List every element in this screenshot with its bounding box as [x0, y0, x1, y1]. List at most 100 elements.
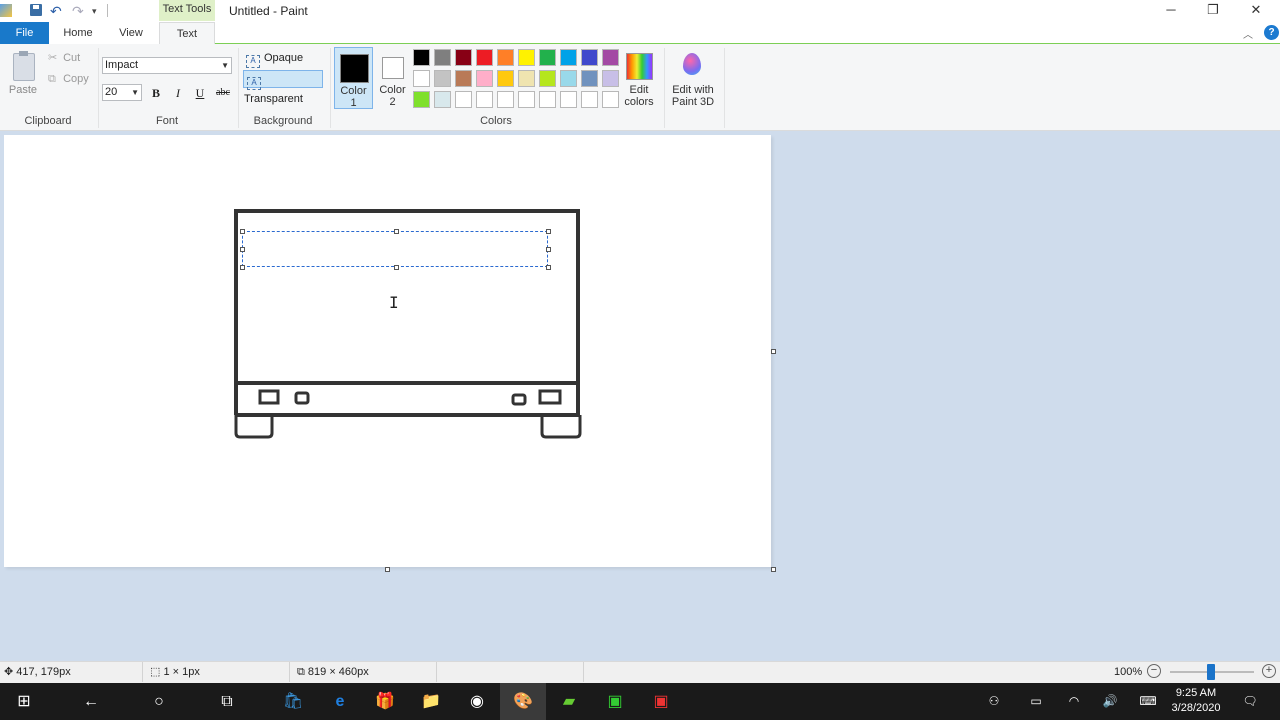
file-explorer-icon[interactable]: 📁	[408, 683, 454, 720]
palette-swatch[interactable]	[560, 70, 577, 87]
text-box-selection[interactable]	[240, 229, 551, 270]
palette-swatch[interactable]	[434, 49, 451, 66]
paint3d-icon	[683, 53, 701, 75]
clock[interactable]: 9:25 AM 3/28/2020	[1165, 686, 1227, 716]
palette-swatch[interactable]	[413, 91, 430, 108]
palette-swatch[interactable]	[539, 49, 556, 66]
transparent-button[interactable]: A Transparent	[243, 70, 323, 105]
palette-swatch[interactable]	[434, 91, 451, 108]
redo-icon[interactable]: ↷	[72, 4, 86, 18]
bold-button[interactable]: B	[147, 85, 165, 101]
palette-swatch[interactable]	[476, 91, 493, 108]
edge-icon[interactable]: e	[317, 683, 363, 720]
font-size-select[interactable]: 20 ▼	[102, 84, 142, 101]
tab-home[interactable]: Home	[56, 22, 100, 44]
palette-swatch[interactable]	[560, 49, 577, 66]
canvas-resize-handle-bottom[interactable]	[385, 567, 390, 572]
green-app-icon[interactable]: ▰	[546, 683, 592, 720]
wifi-icon[interactable]: ◠	[1065, 693, 1083, 709]
tv-right-foot	[540, 415, 582, 439]
edit-with-paint3d-button[interactable]: Edit with Paint 3D	[668, 50, 718, 108]
palette-swatch[interactable]	[497, 91, 514, 108]
help-icon[interactable]: ?	[1264, 25, 1279, 40]
notifications-icon[interactable]: 🗨	[1241, 693, 1259, 709]
cut-label: Cut	[63, 52, 81, 64]
selection-handle[interactable]	[240, 265, 245, 270]
palette-swatch[interactable]	[560, 91, 577, 108]
battery-icon[interactable]: ▭	[1027, 693, 1045, 709]
store-icon[interactable]: 🛍	[270, 683, 316, 720]
palette-swatch[interactable]	[539, 91, 556, 108]
palette-swatch[interactable]	[455, 70, 472, 87]
camtasia-red-icon[interactable]: ▣	[638, 683, 684, 720]
palette-swatch[interactable]	[455, 91, 472, 108]
chevron-down-icon[interactable]: ▾	[92, 4, 106, 18]
palette-swatch[interactable]	[476, 70, 493, 87]
selection-handle[interactable]	[394, 265, 399, 270]
tab-text[interactable]: Text	[159, 22, 215, 44]
tab-file[interactable]: File	[0, 22, 49, 44]
palette-swatch[interactable]	[413, 49, 430, 66]
undo-icon[interactable]: ↶	[50, 4, 64, 18]
canvas-resize-handle-right[interactable]	[771, 349, 776, 354]
palette-swatch[interactable]	[434, 70, 451, 87]
back-arrow-icon[interactable]: ←	[68, 683, 114, 720]
palette-swatch[interactable]	[518, 70, 535, 87]
restore-button[interactable]: ❐	[1192, 0, 1234, 22]
people-icon[interactable]: ⚇	[985, 693, 1003, 709]
selection-handle[interactable]	[240, 229, 245, 234]
volume-icon[interactable]: 🔊	[1101, 693, 1119, 709]
gift-app-icon[interactable]: 🎁	[362, 683, 408, 720]
canvas-resize-handle-corner[interactable]	[771, 567, 776, 572]
palette-swatch[interactable]	[497, 70, 514, 87]
zoom-slider-thumb[interactable]	[1207, 664, 1215, 680]
italic-button[interactable]: I	[169, 85, 187, 101]
scissors-icon: ✂	[48, 52, 58, 64]
paint-app-icon[interactable]	[0, 4, 12, 17]
palette-swatch[interactable]	[476, 49, 493, 66]
task-view-icon[interactable]: ⧉	[204, 683, 250, 720]
cut-button[interactable]: ✂ Cut	[48, 50, 80, 66]
color1-button[interactable]: Color 1	[334, 47, 373, 109]
palette-swatch[interactable]	[581, 70, 598, 87]
selection-handle[interactable]	[546, 229, 551, 234]
palette-swatch[interactable]	[602, 70, 619, 87]
start-windows-icon[interactable]: ⊞	[1, 683, 47, 720]
chevron-down-icon: ▼	[221, 61, 229, 70]
camtasia-green-icon[interactable]: ▣	[592, 683, 638, 720]
chevron-up-icon[interactable]: ︿	[1243, 26, 1253, 41]
palette-swatch[interactable]	[518, 49, 535, 66]
paste-button[interactable]: Paste	[5, 50, 41, 108]
palette-swatch[interactable]	[602, 91, 619, 108]
palette-swatch[interactable]	[518, 91, 535, 108]
selection-handle[interactable]	[394, 229, 399, 234]
opaque-button[interactable]: A Opaque	[243, 49, 323, 68]
underline-button[interactable]: U	[191, 85, 209, 101]
selection-handle[interactable]	[546, 265, 551, 270]
palette-swatch[interactable]	[602, 49, 619, 66]
palette-swatch[interactable]	[581, 91, 598, 108]
palette-swatch[interactable]	[497, 49, 514, 66]
zoom-in-button[interactable]: +	[1262, 664, 1276, 678]
palette-swatch[interactable]	[455, 49, 472, 66]
tab-view[interactable]: View	[110, 22, 152, 44]
text-tools-context-label: Text Tools	[159, 0, 215, 21]
chrome-icon[interactable]: ◉	[454, 683, 500, 720]
edit-colors-button[interactable]: Edit colors	[622, 50, 656, 108]
strikethrough-button[interactable]: abc	[212, 85, 234, 101]
font-family-select[interactable]: Impact ▼	[102, 57, 232, 74]
keyboard-icon[interactable]: ⌨	[1139, 693, 1157, 709]
color2-button[interactable]: Color 2	[374, 47, 411, 109]
close-button[interactable]: ✕	[1235, 0, 1277, 22]
minimize-button[interactable]: ─	[1150, 0, 1192, 22]
paint-taskbar-icon[interactable]: 🎨	[500, 683, 546, 720]
zoom-out-button[interactable]: −	[1147, 664, 1161, 678]
palette-swatch[interactable]	[539, 70, 556, 87]
save-icon[interactable]	[30, 4, 42, 16]
selection-handle[interactable]	[240, 247, 245, 252]
cortana-circle-icon[interactable]: ○	[136, 683, 182, 720]
selection-handle[interactable]	[546, 247, 551, 252]
palette-swatch[interactable]	[581, 49, 598, 66]
palette-swatch[interactable]	[413, 70, 430, 87]
copy-button[interactable]: ⧉ Copy	[48, 71, 89, 87]
